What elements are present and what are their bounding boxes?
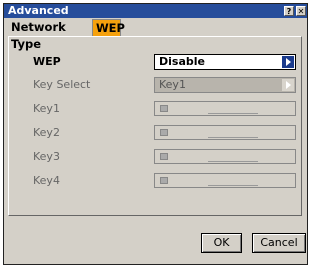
key-input-underline xyxy=(208,137,258,138)
key4-field[interactable] xyxy=(154,173,296,188)
cancel-button[interactable]: Cancel xyxy=(252,233,306,253)
key1-label: Key1 xyxy=(33,102,60,115)
key3-field[interactable] xyxy=(154,149,296,164)
advanced-dialog: Advanced ? ✕ Network Type WEP WEP Disabl… xyxy=(3,3,308,265)
wep-label: WEP xyxy=(33,55,61,68)
key-select-value: Key1 xyxy=(159,78,186,91)
key2-label: Key2 xyxy=(33,126,60,139)
title-bar: Advanced ? ✕ xyxy=(4,4,307,18)
key2-field[interactable] xyxy=(154,125,296,140)
help-icon[interactable]: ? xyxy=(284,6,294,16)
wep-select[interactable]: Disable xyxy=(154,54,296,70)
close-icon[interactable]: ✕ xyxy=(296,6,306,16)
key-select-label: Key Select xyxy=(33,78,91,91)
tab-network-type[interactable]: Network Type xyxy=(8,19,94,51)
key-input-underline xyxy=(208,185,258,186)
ok-button[interactable]: OK xyxy=(201,233,242,253)
wep-select-value: Disable xyxy=(159,55,205,68)
key-type-icon xyxy=(160,105,168,112)
key-select-dropdown[interactable]: Key1 xyxy=(154,77,296,93)
tab-wep[interactable]: WEP xyxy=(92,19,125,36)
key-input-underline xyxy=(208,161,258,162)
key4-label: Key4 xyxy=(33,174,60,187)
key-type-icon xyxy=(160,153,168,160)
key3-label: Key3 xyxy=(33,150,60,163)
right-arrow-icon xyxy=(282,79,294,91)
key-input-underline xyxy=(208,113,258,114)
window-title: Advanced xyxy=(8,4,69,17)
right-arrow-icon[interactable] xyxy=(282,56,294,68)
tab-bar: Network Type WEP xyxy=(4,18,307,51)
key1-field[interactable] xyxy=(154,101,296,116)
wep-panel: WEP Disable Key Select Key1 Key1 Key2 Ke… xyxy=(8,36,302,216)
key-type-icon xyxy=(160,177,168,184)
key-type-icon xyxy=(160,129,168,136)
